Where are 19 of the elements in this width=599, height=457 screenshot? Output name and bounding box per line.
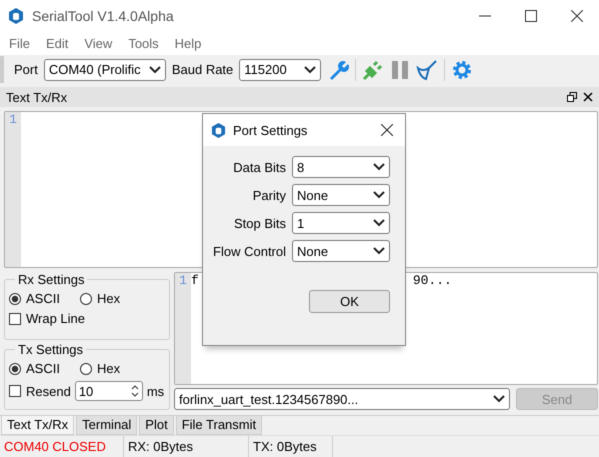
field-label: Flow Control [213,244,286,258]
port-status: COM40 CLOSED [0,436,124,457]
field-label: Stop Bits [234,216,286,230]
code-text: f [191,273,199,290]
code-text: 90... [412,273,452,290]
field-label: Data Bits [233,160,286,174]
port-label: Port [14,62,38,78]
baud-rate-label: Baud Rate [172,62,234,78]
field-label: Parity [252,188,286,202]
dialog-title: Port Settings [233,122,308,138]
window-title: SerialTool V1.4.0Alpha [32,8,174,24]
rx-count: RX: 0Bytes [124,436,249,457]
tx-count: TX: 0Bytes [249,436,333,457]
line-number: 1 [179,273,187,290]
unit-label: ms [146,384,164,399]
group-title: Rx Settings [17,272,86,288]
dock-title: Text Tx/Rx [6,90,68,105]
group-title: Tx Settings [17,342,84,358]
line-number: 1 [9,112,17,128]
